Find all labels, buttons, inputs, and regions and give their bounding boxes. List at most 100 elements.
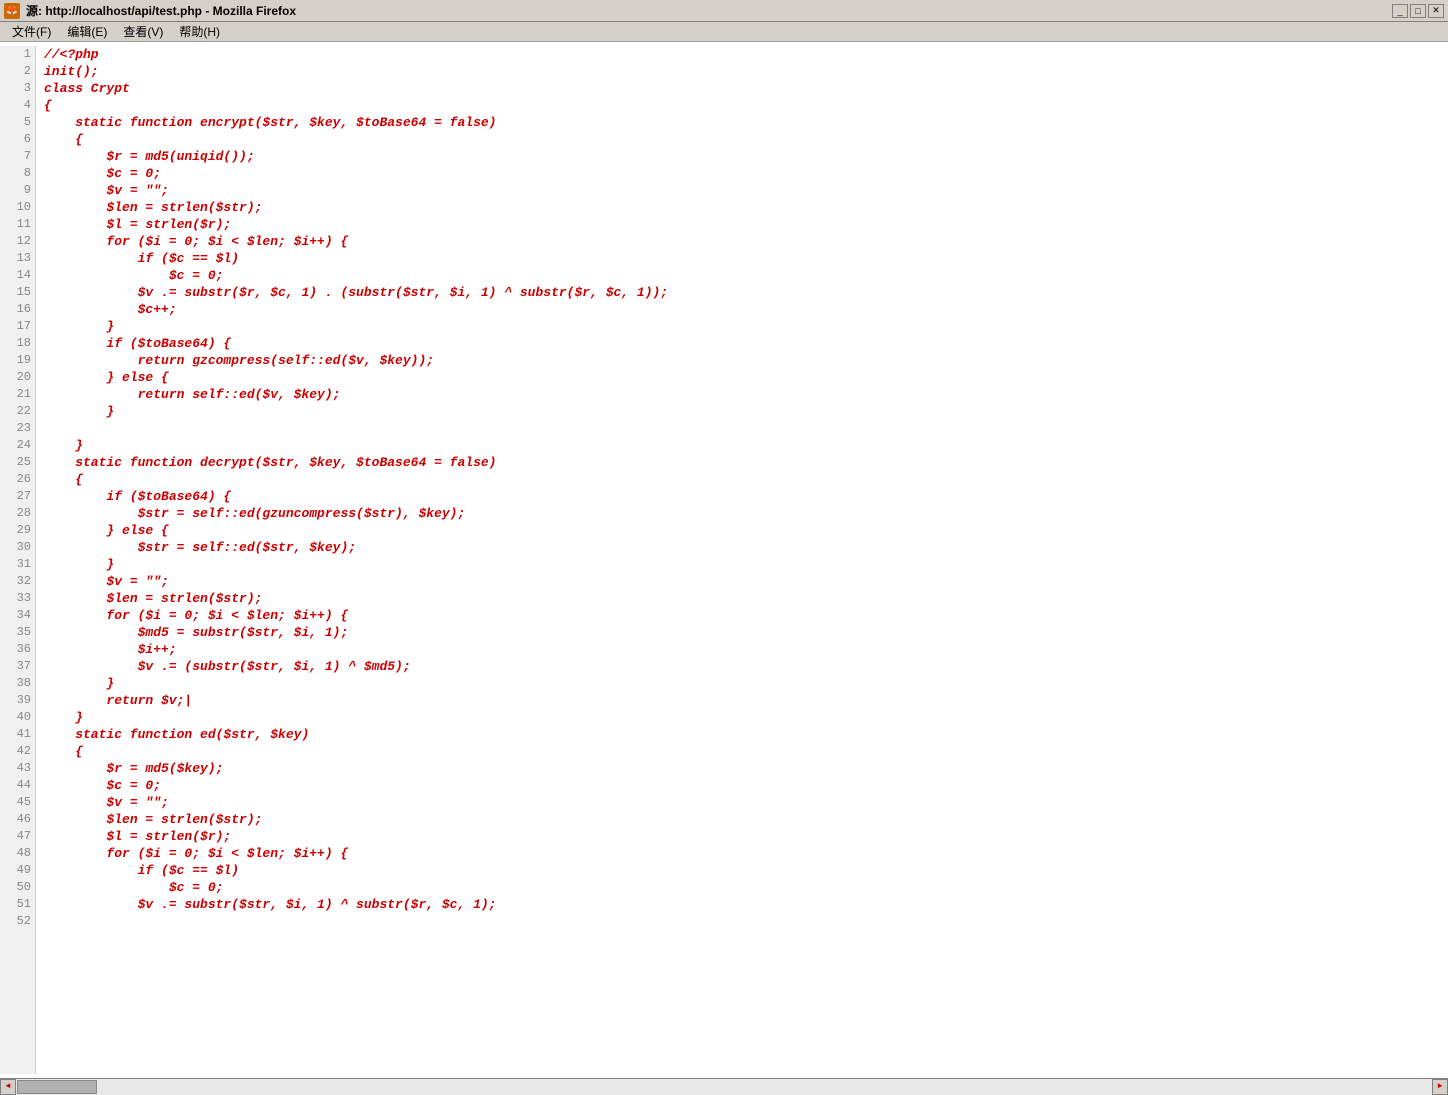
line-number: 52 (4, 913, 31, 930)
line-number: 41 (4, 726, 31, 743)
line-number: 20 (4, 369, 31, 386)
window-controls: _ □ ✕ (1392, 4, 1444, 18)
line-number: 25 (4, 454, 31, 471)
line-number: 13 (4, 250, 31, 267)
code-line: { (44, 131, 1440, 148)
line-number: 43 (4, 760, 31, 777)
line-number: 40 (4, 709, 31, 726)
code-line: $r = md5($key); (44, 760, 1440, 777)
code-line: } (44, 709, 1440, 726)
line-number: 51 (4, 896, 31, 913)
line-number: 42 (4, 743, 31, 760)
title-bar: 🦊 源: http://localhost/api/test.php - Moz… (0, 0, 1448, 22)
code-line: if ($c == $l) (44, 250, 1440, 267)
line-number: 18 (4, 335, 31, 352)
code-line: return $v;| (44, 692, 1440, 709)
code-line: class Crypt (44, 80, 1440, 97)
line-number: 16 (4, 301, 31, 318)
line-number: 14 (4, 267, 31, 284)
code-line: for ($i = 0; $i < $len; $i++) { (44, 607, 1440, 624)
code-line: $c = 0; (44, 267, 1440, 284)
minimize-button[interactable]: _ (1392, 4, 1408, 18)
line-number: 35 (4, 624, 31, 641)
code-line: } (44, 675, 1440, 692)
scroll-left-button[interactable]: ◄ (0, 1079, 16, 1095)
line-number: 23 (4, 420, 31, 437)
line-number: 47 (4, 828, 31, 845)
menu-edit[interactable]: 编辑(E) (59, 21, 115, 42)
close-button[interactable]: ✕ (1428, 4, 1444, 18)
line-number: 30 (4, 539, 31, 556)
maximize-button[interactable]: □ (1410, 4, 1426, 18)
window-title: 源: http://localhost/api/test.php - Mozil… (26, 2, 1392, 19)
code-area[interactable]: 1234567891011121314151617181920212223242… (0, 42, 1448, 1078)
line-number: 34 (4, 607, 31, 624)
line-number: 21 (4, 386, 31, 403)
code-line: $v .= substr($r, $c, 1) . (substr($str, … (44, 284, 1440, 301)
line-number: 24 (4, 437, 31, 454)
code-line: { (44, 743, 1440, 760)
line-number: 32 (4, 573, 31, 590)
line-number: 12 (4, 233, 31, 250)
line-number: 39 (4, 692, 31, 709)
line-number: 7 (4, 148, 31, 165)
code-line: { (44, 97, 1440, 114)
line-number: 46 (4, 811, 31, 828)
code-line: if ($toBase64) { (44, 335, 1440, 352)
code-line: if ($toBase64) { (44, 488, 1440, 505)
menu-view[interactable]: 查看(V) (115, 21, 171, 42)
line-number: 22 (4, 403, 31, 420)
line-number: 27 (4, 488, 31, 505)
horizontal-scrollbar[interactable]: ◄ ► (0, 1078, 1448, 1094)
line-number: 6 (4, 131, 31, 148)
line-number: 1 (4, 46, 31, 63)
code-line: if ($c == $l) (44, 862, 1440, 879)
code-line: } else { (44, 522, 1440, 539)
line-number: 17 (4, 318, 31, 335)
scroll-thumb[interactable] (17, 1080, 97, 1094)
code-line: $c = 0; (44, 879, 1440, 896)
code-line: $c++; (44, 301, 1440, 318)
line-number: 3 (4, 80, 31, 97)
scroll-right-button[interactable]: ► (1432, 1079, 1448, 1095)
code-line: $len = strlen($str); (44, 811, 1440, 828)
line-number: 11 (4, 216, 31, 233)
code-line: $i++; (44, 641, 1440, 658)
line-number: 38 (4, 675, 31, 692)
code-line: $v .= (substr($str, $i, 1) ^ $md5); (44, 658, 1440, 675)
line-number: 9 (4, 182, 31, 199)
code-line: } (44, 556, 1440, 573)
code-line: for ($i = 0; $i < $len; $i++) { (44, 233, 1440, 250)
menu-help[interactable]: 帮助(H) (171, 21, 228, 42)
code-line: $r = md5(uniqid()); (44, 148, 1440, 165)
code-line: } (44, 318, 1440, 335)
line-number: 36 (4, 641, 31, 658)
code-line: init(); (44, 63, 1440, 80)
code-line (44, 913, 1440, 930)
line-number: 2 (4, 63, 31, 80)
code-line: for ($i = 0; $i < $len; $i++) { (44, 845, 1440, 862)
code-line: $v = ""; (44, 794, 1440, 811)
menu-bar: 文件(F) 编辑(E) 查看(V) 帮助(H) (0, 22, 1448, 42)
code-line: //<?php (44, 46, 1440, 63)
line-number: 15 (4, 284, 31, 301)
line-number: 8 (4, 165, 31, 182)
line-number: 4 (4, 97, 31, 114)
code-line: return self::ed($v, $key); (44, 386, 1440, 403)
line-number: 50 (4, 879, 31, 896)
code-line (44, 420, 1440, 437)
scroll-track[interactable] (16, 1079, 1432, 1095)
code-line: $v = ""; (44, 182, 1440, 199)
line-number: 48 (4, 845, 31, 862)
line-number: 28 (4, 505, 31, 522)
code-content[interactable]: //<?phpinit();class Crypt{ static functi… (36, 46, 1448, 1074)
line-number: 19 (4, 352, 31, 369)
code-line: $str = self::ed(gzuncompress($str), $key… (44, 505, 1440, 522)
menu-file[interactable]: 文件(F) (4, 21, 59, 42)
code-line: $v = ""; (44, 573, 1440, 590)
code-line: $len = strlen($str); (44, 199, 1440, 216)
line-number: 33 (4, 590, 31, 607)
code-line: static function ed($str, $key) (44, 726, 1440, 743)
code-line: } (44, 437, 1440, 454)
line-number: 45 (4, 794, 31, 811)
